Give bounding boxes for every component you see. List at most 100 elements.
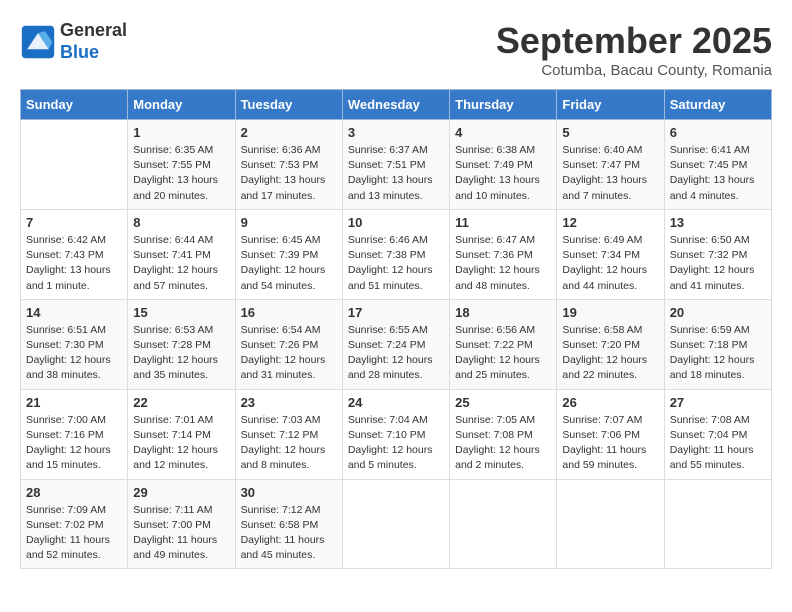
calendar-cell: 19 Sunrise: 6:58 AM Sunset: 7:20 PM Dayli… (557, 299, 664, 389)
calendar-cell: 6Sunrise: 6:41 AM Sunset: 7:45 PM Daylig… (664, 120, 771, 210)
calendar-cell: 18Sunrise: 6:56 AM Sunset: 7:22 PM Dayli… (450, 299, 557, 389)
weekday-header-saturday: Saturday (664, 90, 771, 120)
day-info: Sunrise: 6:55 AM Sunset: 7:24 PM Dayligh… (348, 323, 444, 384)
day-number: 23 (241, 395, 337, 410)
calendar-cell: 9Sunrise: 6:45 AM Sunset: 7:39 PM Daylig… (235, 209, 342, 299)
calendar-cell: 12 Sunrise: 6:49 AM Sunset: 7:34 PM Dayli… (557, 209, 664, 299)
day-number: 22 (133, 395, 229, 410)
day-info: Sunrise: 6:49 AM Sunset: 7:34 PM Dayligh… (562, 233, 658, 294)
day-number: 8 (133, 215, 229, 230)
day-info: Sunrise: 7:01 AM Sunset: 7:14 PM Dayligh… (133, 413, 229, 474)
day-info: Sunrise: 6:37 AM Sunset: 7:51 PM Dayligh… (348, 143, 444, 204)
day-number: 2 (241, 125, 337, 140)
calendar-cell (664, 479, 771, 569)
day-info: Sunrise: 7:03 AM Sunset: 7:12 PM Dayligh… (241, 413, 337, 474)
calendar-cell (21, 120, 128, 210)
day-number: 17 (348, 305, 444, 320)
day-info: Sunrise: 7:07 AM Sunset: 7:06 PM Dayligh… (562, 413, 658, 474)
day-info: Sunrise: 6:56 AM Sunset: 7:22 PM Dayligh… (455, 323, 551, 384)
calendar-cell: 30Sunrise: 7:12 AM Sunset: 6:58 PM Dayli… (235, 479, 342, 569)
week-row-2: 7 Sunrise: 6:42 AM Sunset: 7:43 PM Daylig… (21, 209, 772, 299)
day-number: 30 (241, 485, 337, 500)
day-info: Sunrise: 7:08 AM Sunset: 7:04 PM Dayligh… (670, 413, 766, 474)
calendar-cell (342, 479, 449, 569)
calendar-cell: 26 Sunrise: 7:07 AM Sunset: 7:06 PM Dayli… (557, 389, 664, 479)
day-info: Sunrise: 7:05 AM Sunset: 7:08 PM Dayligh… (455, 413, 551, 474)
calendar-cell: 29Sunrise: 7:11 AM Sunset: 7:00 PM Dayli… (128, 479, 235, 569)
day-info: Sunrise: 6:41 AM Sunset: 7:45 PM Dayligh… (670, 143, 766, 204)
day-info: Sunrise: 7:04 AM Sunset: 7:10 PM Dayligh… (348, 413, 444, 474)
day-number: 9 (241, 215, 337, 230)
week-row-1: 1 Sunrise: 6:35 AM Sunset: 7:55 PM Daylig… (21, 120, 772, 210)
calendar-cell: 16 Sunrise: 6:54 AM Sunset: 7:26 PM Dayli… (235, 299, 342, 389)
day-info: Sunrise: 6:47 AM Sunset: 7:36 PM Dayligh… (455, 233, 551, 294)
day-info: Sunrise: 6:46 AM Sunset: 7:38 PM Dayligh… (348, 233, 444, 294)
day-number: 3 (348, 125, 444, 140)
day-info: Sunrise: 6:38 AM Sunset: 7:49 PM Dayligh… (455, 143, 551, 204)
weekday-header-wednesday: Wednesday (342, 90, 449, 120)
weekday-header-thursday: Thursday (450, 90, 557, 120)
calendar-cell: 25 Sunrise: 7:05 AM Sunset: 7:08 PM Dayli… (450, 389, 557, 479)
calendar-cell: 8 Sunrise: 6:44 AM Sunset: 7:41 PM Daylig… (128, 209, 235, 299)
day-info: Sunrise: 6:36 AM Sunset: 7:53 PM Dayligh… (241, 143, 337, 204)
day-info: Sunrise: 6:59 AM Sunset: 7:18 PM Dayligh… (670, 323, 766, 384)
calendar-cell: 27 Sunrise: 7:08 AM Sunset: 7:04 PM Dayli… (664, 389, 771, 479)
day-number: 28 (26, 485, 122, 500)
calendar-cell (557, 479, 664, 569)
day-number: 24 (348, 395, 444, 410)
calendar-cell (450, 479, 557, 569)
logo-blue-text: Blue (60, 42, 127, 64)
day-info: Sunrise: 6:42 AM Sunset: 7:43 PM Dayligh… (26, 233, 122, 294)
calendar-cell: 4 Sunrise: 6:38 AM Sunset: 7:49 PM Daylig… (450, 120, 557, 210)
calendar-cell: 5 Sunrise: 6:40 AM Sunset: 7:47 PM Daylig… (557, 120, 664, 210)
calendar-cell: 10 Sunrise: 6:46 AM Sunset: 7:38 PM Dayli… (342, 209, 449, 299)
calendar-cell: 28 Sunrise: 7:09 AM Sunset: 7:02 PM Dayli… (21, 479, 128, 569)
calendar-cell: 7 Sunrise: 6:42 AM Sunset: 7:43 PM Daylig… (21, 209, 128, 299)
day-number: 27 (670, 395, 766, 410)
day-number: 20 (670, 305, 766, 320)
page-header: General Blue September 2025 Cotumba, Bac… (20, 20, 772, 79)
day-number: 16 (241, 305, 337, 320)
calendar-cell: 23 Sunrise: 7:03 AM Sunset: 7:12 PM Dayli… (235, 389, 342, 479)
calendar-cell: 14Sunrise: 6:51 AM Sunset: 7:30 PM Dayli… (21, 299, 128, 389)
day-number: 11 (455, 215, 551, 230)
week-row-5: 28 Sunrise: 7:09 AM Sunset: 7:02 PM Dayli… (21, 479, 772, 569)
day-number: 5 (562, 125, 658, 140)
day-number: 19 (562, 305, 658, 320)
day-info: Sunrise: 6:58 AM Sunset: 7:20 PM Dayligh… (562, 323, 658, 384)
calendar-cell: 13 Sunrise: 6:50 AM Sunset: 7:32 PM Dayli… (664, 209, 771, 299)
day-number: 21 (26, 395, 122, 410)
day-number: 13 (670, 215, 766, 230)
logo-icon (20, 24, 56, 60)
calendar-cell: 2 Sunrise: 6:36 AM Sunset: 7:53 PM Daylig… (235, 120, 342, 210)
day-info: Sunrise: 6:40 AM Sunset: 7:47 PM Dayligh… (562, 143, 658, 204)
location-subtitle: Cotumba, Bacau County, Romania (496, 62, 772, 79)
weekday-header-monday: Monday (128, 90, 235, 120)
logo-general-text: General (60, 20, 127, 42)
day-number: 25 (455, 395, 551, 410)
calendar-cell: 20 Sunrise: 6:59 AM Sunset: 7:18 PM Dayli… (664, 299, 771, 389)
title-block: September 2025 Cotumba, Bacau County, Ro… (496, 20, 772, 79)
day-info: Sunrise: 6:50 AM Sunset: 7:32 PM Dayligh… (670, 233, 766, 294)
weekday-header-row: SundayMondayTuesdayWednesdayThursdayFrid… (21, 90, 772, 120)
weekday-header-friday: Friday (557, 90, 664, 120)
day-info: Sunrise: 6:54 AM Sunset: 7:26 PM Dayligh… (241, 323, 337, 384)
logo: General Blue (20, 20, 127, 63)
day-info: Sunrise: 7:00 AM Sunset: 7:16 PM Dayligh… (26, 413, 122, 474)
month-title: September 2025 (496, 20, 772, 62)
day-number: 7 (26, 215, 122, 230)
day-number: 14 (26, 305, 122, 320)
day-number: 1 (133, 125, 229, 140)
day-number: 4 (455, 125, 551, 140)
day-number: 26 (562, 395, 658, 410)
day-info: Sunrise: 7:09 AM Sunset: 7:02 PM Dayligh… (26, 503, 122, 564)
day-info: Sunrise: 6:44 AM Sunset: 7:41 PM Dayligh… (133, 233, 229, 294)
day-info: Sunrise: 6:35 AM Sunset: 7:55 PM Dayligh… (133, 143, 229, 204)
week-row-4: 21 Sunrise: 7:00 AM Sunset: 7:16 PM Dayli… (21, 389, 772, 479)
week-row-3: 14Sunrise: 6:51 AM Sunset: 7:30 PM Dayli… (21, 299, 772, 389)
day-number: 10 (348, 215, 444, 230)
calendar-cell: 11 Sunrise: 6:47 AM Sunset: 7:36 PM Dayli… (450, 209, 557, 299)
day-number: 12 (562, 215, 658, 230)
calendar-cell: 15Sunrise: 6:53 AM Sunset: 7:28 PM Dayli… (128, 299, 235, 389)
calendar-cell: 3 Sunrise: 6:37 AM Sunset: 7:51 PM Daylig… (342, 120, 449, 210)
